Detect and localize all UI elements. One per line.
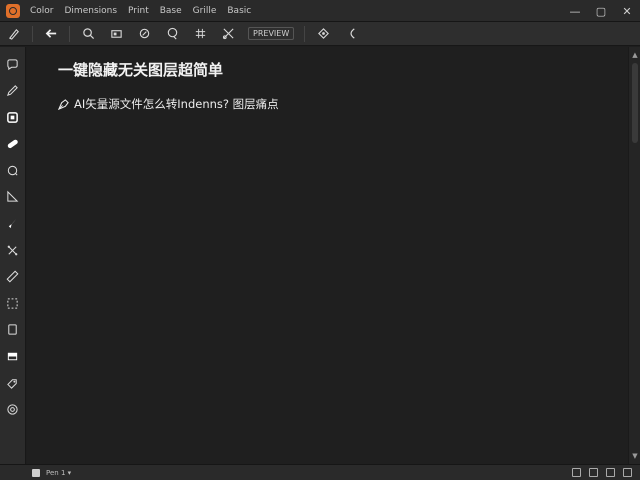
speech-bubble-icon[interactable] [3, 159, 23, 181]
chat-icon[interactable] [3, 53, 23, 75]
status-tool-icon[interactable] [32, 468, 40, 477]
transform-icon[interactable] [3, 239, 23, 261]
pen-nib-icon [58, 98, 69, 110]
canvas-subline: AI矢量源文件怎么转Indenns? 图层痛点 [58, 96, 279, 112]
maximize-button[interactable]: ▢ [588, 0, 614, 22]
toolbar-divider [304, 25, 306, 42]
view-mode-icon[interactable] [572, 468, 581, 477]
lasso-icon[interactable] [161, 24, 183, 44]
minimize-button[interactable]: — [562, 0, 588, 22]
document-canvas[interactable]: 一键隐藏无关图层超简单 AI矢量源文件怎么转Indenns? 图层痛点 [27, 47, 628, 464]
frame-icon[interactable] [105, 24, 127, 44]
toolbar-divider [69, 25, 70, 42]
settings-icon[interactable] [3, 399, 23, 421]
ruler-icon[interactable] [3, 266, 23, 288]
back-arrow-icon[interactable] [40, 24, 62, 44]
scroll-up-icon[interactable]: ▲ [631, 51, 639, 59]
rectangle-icon[interactable] [3, 319, 23, 341]
preview-button-label: PREVIEW [248, 27, 295, 40]
canvas-subline-text: AI矢量源文件怎么转Indenns? 图层痛点 [74, 97, 279, 111]
square-tool-icon[interactable] [3, 106, 23, 128]
menu-bar: Color Dimensions Print Base Grille Basic… [0, 0, 640, 22]
tag-icon[interactable] [3, 372, 23, 394]
status-right-controls [564, 468, 632, 477]
pencil-icon[interactable] [3, 80, 23, 102]
status-text[interactable]: Pen 1 ▾ [46, 469, 71, 477]
pen-tool-icon[interactable] [3, 24, 25, 44]
app-logo-icon[interactable] [6, 3, 20, 18]
menu-item-grille[interactable]: Grille [193, 6, 217, 16]
scroll-thumb[interactable] [632, 63, 638, 143]
angle-icon[interactable] [3, 186, 23, 208]
menu-item-color[interactable]: Color [30, 6, 54, 16]
arc-icon[interactable] [340, 24, 362, 44]
menu-item-base[interactable]: Base [160, 6, 182, 16]
preview-button[interactable]: PREVIEW [245, 24, 297, 44]
canvas-heading: 一键隐藏无关图层超简单 [58, 61, 224, 79]
status-bar: Pen 1 ▾ [0, 464, 640, 480]
vertical-scrollbar[interactable]: ▲ ▼ [628, 47, 640, 464]
panel-toggle-icon[interactable] [623, 468, 632, 477]
control-toolbar: PREVIEW [0, 22, 640, 46]
toolbar-divider [32, 25, 33, 42]
cut-icon[interactable] [217, 24, 239, 44]
grid-icon[interactable] [189, 24, 211, 44]
scroll-down-icon[interactable]: ▼ [631, 452, 639, 460]
tools-panel [0, 47, 26, 464]
image-icon[interactable] [3, 346, 23, 368]
fit-screen-icon[interactable] [589, 468, 598, 477]
shape-icon[interactable] [312, 24, 334, 44]
search-icon[interactable] [77, 24, 99, 44]
bandage-icon[interactable] [3, 133, 23, 155]
rotate-icon[interactable] [133, 24, 155, 44]
fullscreen-icon[interactable] [606, 468, 615, 477]
window-controls: — ▢ ✕ [562, 0, 640, 22]
brush-icon[interactable] [3, 213, 23, 235]
menu-item-print[interactable]: Print [128, 6, 149, 16]
close-button[interactable]: ✕ [614, 0, 640, 22]
menu-item-basic[interactable]: Basic [227, 6, 251, 16]
select-icon[interactable] [3, 292, 23, 314]
menu-item-dimensions[interactable]: Dimensions [65, 6, 118, 16]
